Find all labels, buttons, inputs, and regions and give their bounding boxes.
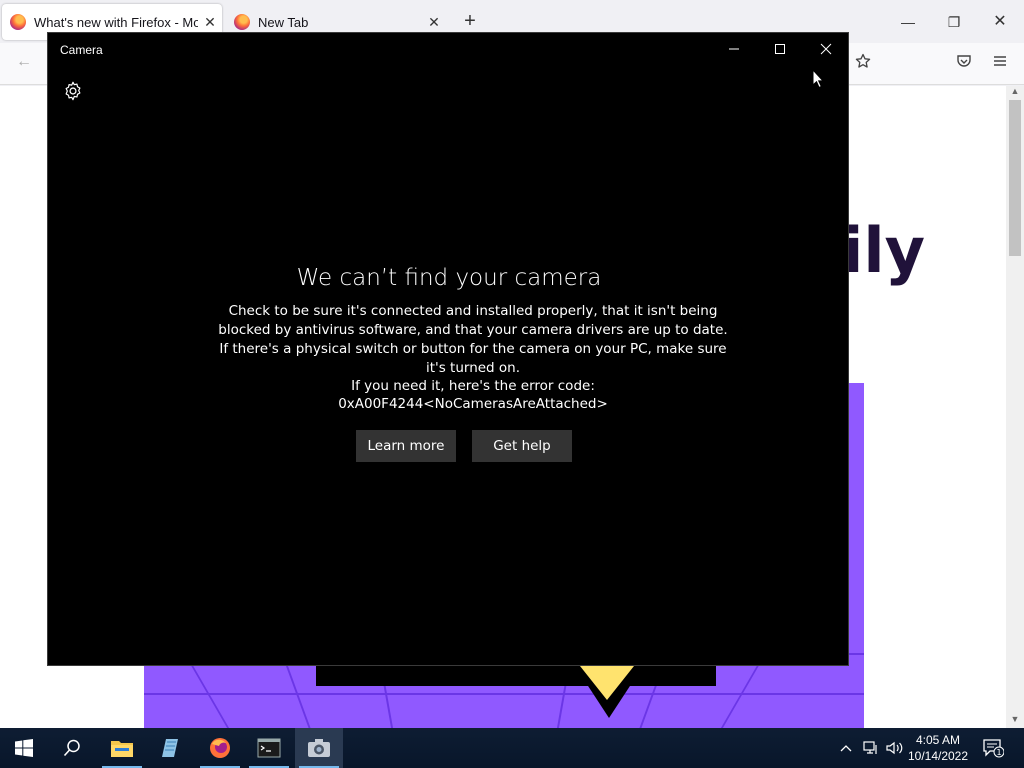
back-arrow-icon[interactable]: ← [12,53,36,75]
pocket-icon[interactable] [952,53,976,75]
get-help-button[interactable]: Get help [472,430,572,462]
show-hidden-icons-chevron-icon[interactable] [836,728,856,768]
settings-gear-icon[interactable] [62,80,84,102]
action-center-icon[interactable]: 1 [978,728,1008,768]
menu-hamburger-icon[interactable] [988,53,1012,75]
volume-icon[interactable] [884,728,906,768]
notepad-icon[interactable] [147,728,195,768]
scroll-down-icon[interactable]: ▼ [1006,714,1024,728]
error-heading: We can’t find your camera [296,265,602,291]
search-icon[interactable] [48,728,96,768]
error-code-label: If you need it, here's the error code: [351,378,595,394]
firefox-favicon-icon [234,14,250,30]
error-code: 0xA00F4244<NoCamerasAreAttached> [338,396,608,412]
page-scrollbar[interactable]: ▲ ▼ [1006,86,1024,728]
clock-time: 4:05 AM [915,733,961,747]
close-tab-icon[interactable]: ✕ [422,14,446,31]
restore-icon[interactable]: ❐ [939,10,969,34]
promo-heart-fill [580,666,634,700]
taskbar: 4:05 AM 10/14/2022 1 [0,728,1024,768]
maximize-icon[interactable] [757,33,803,65]
file-explorer-icon[interactable] [98,728,146,768]
tab-title: New Tab [258,14,309,30]
window-title: Camera [60,43,103,57]
learn-more-button[interactable]: Learn more [356,430,456,462]
clock-date: 10/14/2022 [907,749,969,763]
tab-title: What's new with Firefox - More [34,14,198,30]
minimize-icon[interactable]: — [893,10,923,34]
notification-count: 1 [996,748,1001,757]
bookmark-star-icon[interactable] [851,53,875,75]
close-tab-icon[interactable]: ✕ [198,14,222,31]
close-icon[interactable] [803,33,849,65]
camera-app-icon[interactable] [295,728,343,768]
start-button-windows-icon[interactable] [0,728,48,768]
terminal-icon[interactable] [245,728,293,768]
promo-bar-shape [316,666,716,686]
minimize-icon[interactable] [711,33,757,65]
scroll-up-icon[interactable]: ▲ [1006,86,1024,100]
firefox-icon[interactable] [196,728,244,768]
scrollbar-thumb[interactable] [1009,100,1021,256]
error-description: Check to be sure it's connected and inst… [218,303,728,376]
close-window-icon[interactable]: ✕ [985,10,1015,34]
new-tab-button[interactable]: + [458,10,482,34]
camera-window: Camera We can’t find your camera Check t… [47,32,849,666]
system-clock[interactable]: 4:05 AM 10/14/2022 [905,732,971,764]
firefox-favicon-icon [10,14,26,30]
network-icon[interactable] [860,728,882,768]
mouse-cursor-icon [812,68,825,94]
